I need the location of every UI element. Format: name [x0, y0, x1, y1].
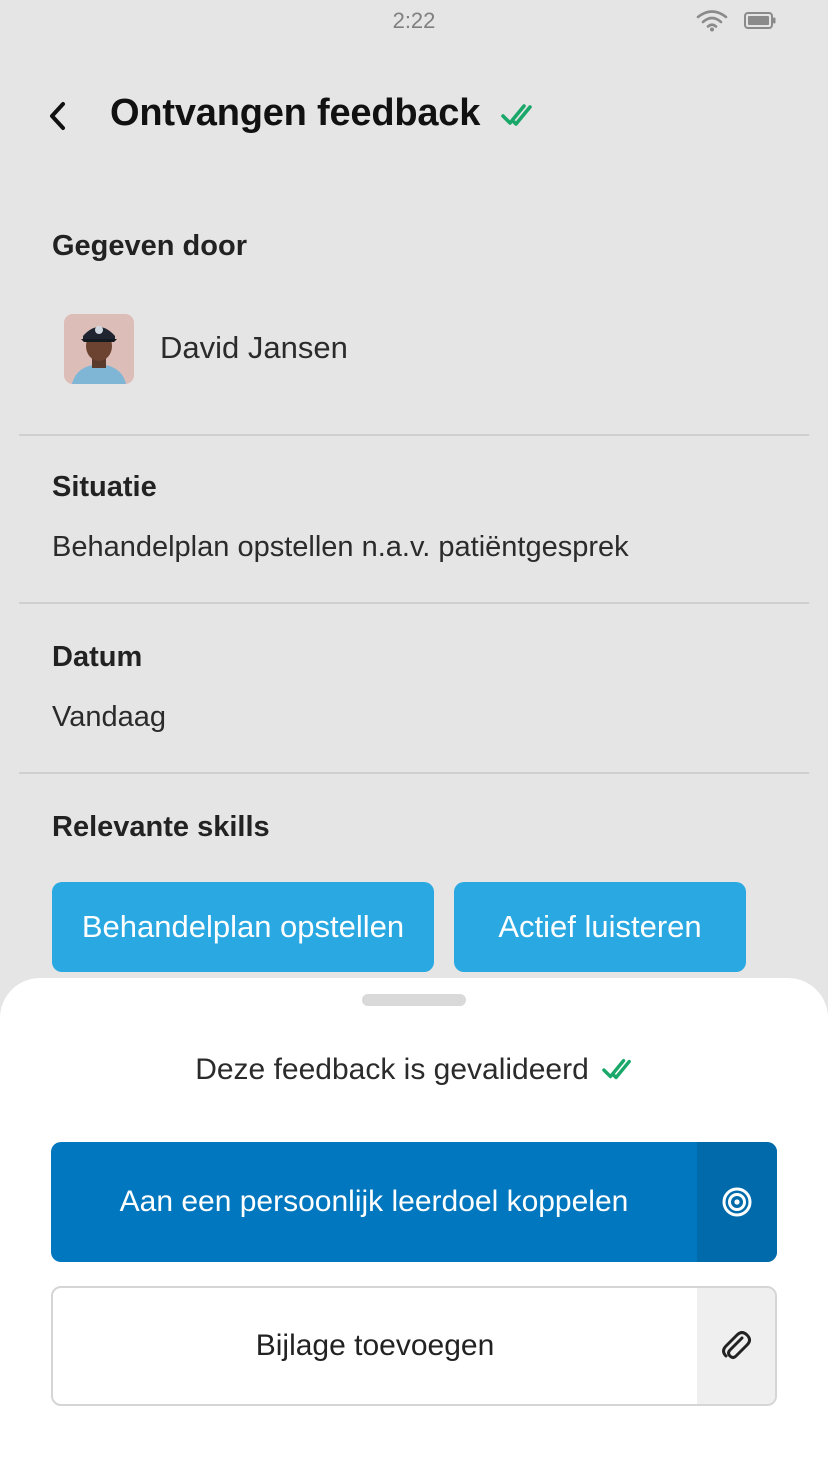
screen: 2:22 Ontvangen feedback Gegeven door Dav…: [0, 0, 828, 1472]
wifi-icon: [696, 10, 728, 32]
given-by-label: Gegeven door: [52, 230, 247, 262]
skill-chip[interactable]: Actief luisteren: [454, 882, 746, 972]
double-check-icon: [501, 104, 532, 126]
sheet-handle[interactable]: [362, 994, 466, 1006]
bottom-sheet: Deze feedback is gevalideerd Aan een per…: [0, 978, 828, 1472]
status-bar: 2:22: [0, 0, 828, 44]
battery-icon: [744, 12, 776, 29]
divider: [19, 772, 809, 774]
avatar[interactable]: [64, 314, 134, 384]
person-photo: [64, 314, 134, 384]
add-attachment-label: Bijlage toevoegen: [255, 1329, 495, 1362]
page-title: Ontvangen feedback: [110, 92, 481, 134]
date-label: Datum: [52, 641, 143, 673]
validated-row: Deze feedback is gevalideerd: [0, 1048, 828, 1092]
date-value: Vandaag: [52, 701, 166, 733]
divider: [19, 434, 809, 436]
double-check-icon: [601, 1058, 631, 1080]
divider: [19, 602, 809, 604]
add-attachment-button[interactable]: Bijlage toevoegen: [51, 1286, 777, 1406]
skill-chip[interactable]: Behandelplan opstellen: [52, 882, 434, 972]
skills-label: Relevante skills: [52, 811, 270, 843]
target-icon-cell: [697, 1142, 777, 1262]
back-button[interactable]: [36, 94, 80, 138]
validated-text: Deze feedback is gevalideerd: [195, 1053, 589, 1086]
paperclip-icon: [722, 1331, 751, 1359]
situation-value: Behandelplan opstellen n.a.v. patiëntges…: [52, 531, 629, 563]
back-chevron-icon: [50, 102, 65, 130]
situation-label: Situatie: [52, 471, 157, 503]
giver-name: David Jansen: [160, 330, 348, 365]
link-learning-goal-button[interactable]: Aan een persoonlijk leerdoel koppelen: [51, 1142, 777, 1262]
target-icon: [722, 1187, 752, 1217]
header: Ontvangen feedback: [0, 80, 828, 152]
paperclip-icon-cell: [697, 1288, 775, 1404]
link-learning-goal-label: Aan een persoonlijk leerdoel koppelen: [119, 1185, 629, 1218]
